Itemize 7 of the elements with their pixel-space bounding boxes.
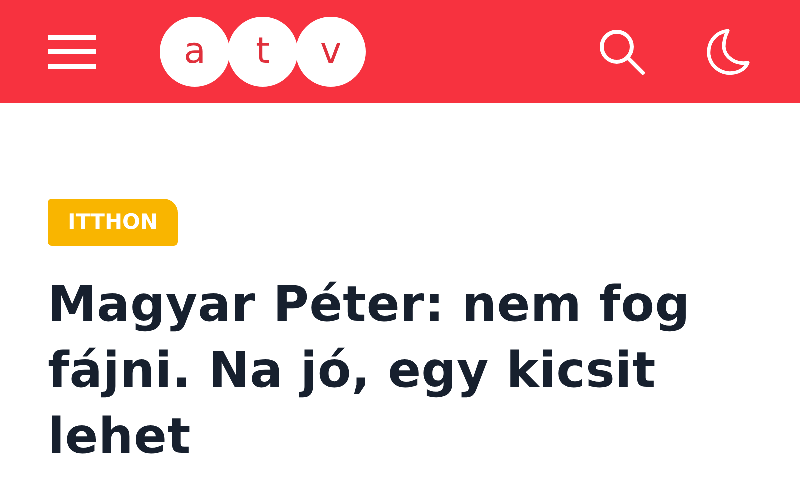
logo-letter[interactable]: t [228, 16, 298, 86]
menu-icon[interactable] [48, 34, 96, 68]
moon-icon[interactable] [706, 28, 750, 76]
logo-letter[interactable]: v [296, 16, 366, 86]
article-title: Magyar Péter: nem fog fájni. Na jó, egy kicsit lehet [48, 275, 692, 467]
search-icon[interactable] [598, 28, 646, 76]
logo-letter[interactable]: a [160, 16, 230, 86]
